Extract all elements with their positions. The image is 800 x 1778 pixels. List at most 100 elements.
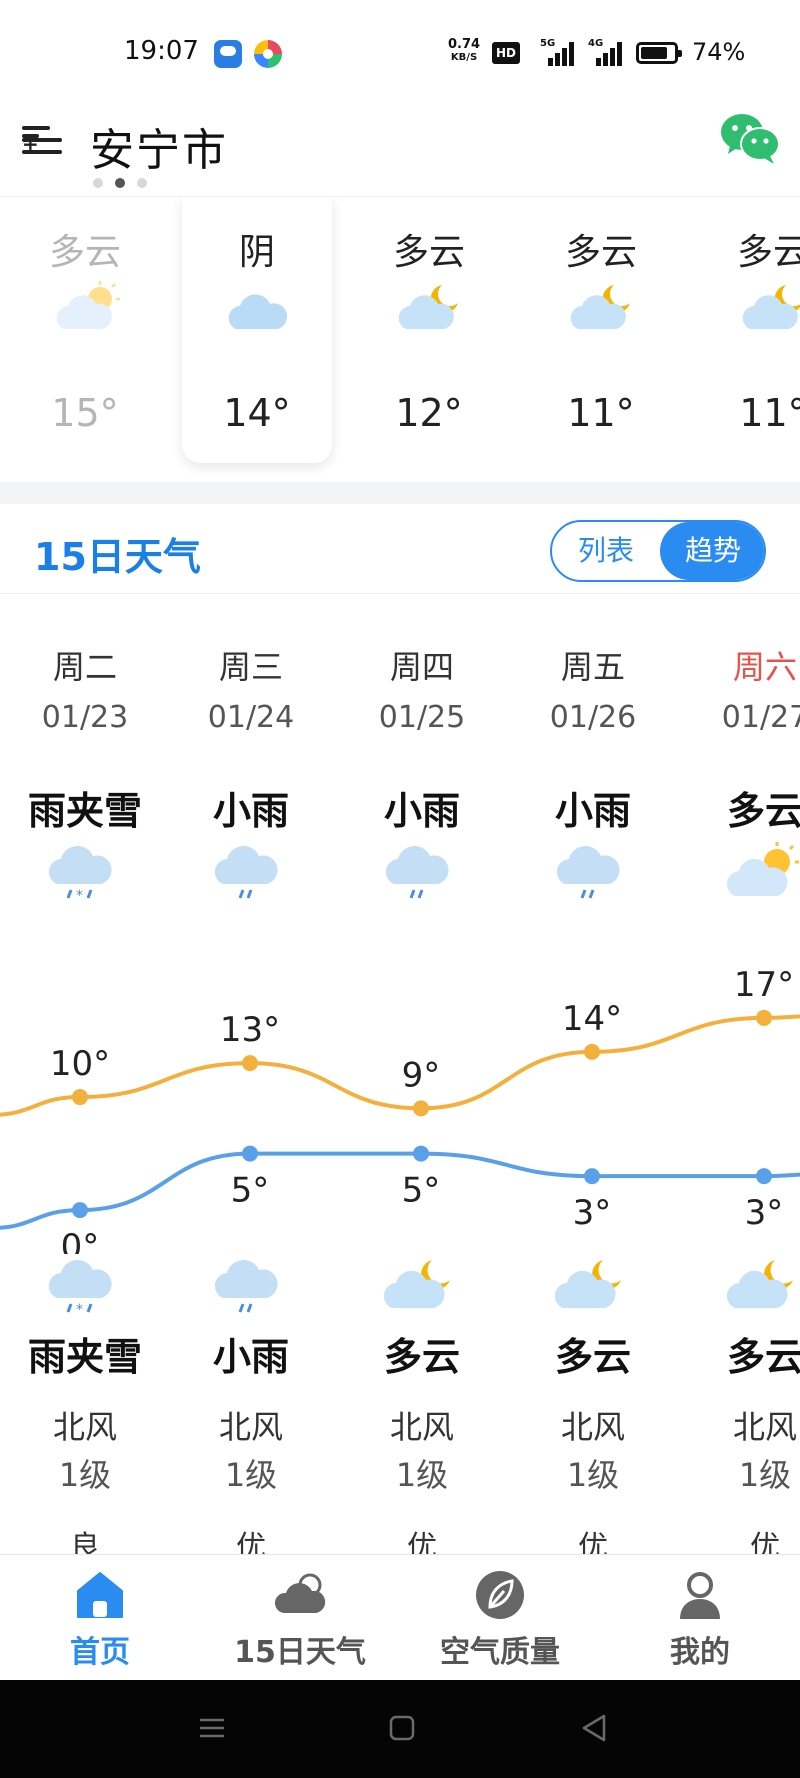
cloud-icon <box>274 1573 326 1613</box>
hourly-forecast[interactable]: 多云 15° 阴 14° 多云 12° 多云 11° 多云 <box>0 196 800 482</box>
network-speed-value: 0.74 <box>448 37 481 52</box>
high-temp-point <box>413 1100 429 1117</box>
city-menu-icon[interactable]: + <box>22 120 66 160</box>
nav-home-label: 首页 <box>70 1635 130 1670</box>
page-dot <box>93 178 103 188</box>
light-rain-icon <box>556 846 620 899</box>
partly-cloudy-day-icon <box>726 842 799 896</box>
high-temp-line <box>0 1014 800 1117</box>
nav-air-quality-label: 空气质量 <box>440 1635 560 1670</box>
aqi-label: 优 <box>407 1530 437 1554</box>
night-condition: 小雨 <box>212 1335 289 1379</box>
wind-level: 1级 <box>395 1456 449 1494</box>
hour-temp: 11° <box>567 391 635 435</box>
high-temp-point <box>72 1089 88 1106</box>
profile-icon <box>680 1572 720 1619</box>
day-weekday: 周五 <box>560 648 625 686</box>
low-temp-point <box>242 1145 258 1162</box>
nav-profile[interactable]: 我的 <box>600 1555 800 1681</box>
day-weekday: 周三 <box>218 648 283 686</box>
day-condition: 小雨 <box>383 789 460 833</box>
battery-icon <box>636 42 682 64</box>
nav-air-quality[interactable]: 空气质量 <box>400 1555 600 1681</box>
city-name[interactable]: 安宁市 <box>90 114 228 178</box>
page-dot <box>137 178 147 188</box>
high-temp-point <box>584 1043 600 1060</box>
hour-temp: 11° <box>739 391 800 435</box>
recent-apps-icon[interactable] <box>194 1710 230 1746</box>
system-navigation-bar <box>0 1680 800 1778</box>
high-temp-point <box>242 1055 258 1072</box>
hour-card-current[interactable]: 阴 14° <box>182 197 332 463</box>
light-rain-icon <box>214 846 278 899</box>
hd-icon: HD <box>492 42 520 64</box>
low-temp-label: 5° <box>402 1171 441 1211</box>
hour-card[interactable]: 多云 11° <box>526 197 676 463</box>
page-dot-active <box>115 178 125 188</box>
add-city-plus-icon: + <box>22 132 39 156</box>
day-weekday: 周二 <box>52 648 117 686</box>
day-condition: 小雨 <box>212 789 289 833</box>
view-toggle[interactable]: 列表 趋势 <box>550 520 766 582</box>
svg-text:*: * <box>76 888 83 904</box>
high-temp-label: 14° <box>562 999 622 1039</box>
wind-direction: 北风 <box>52 1408 117 1446</box>
partly-cloudy-night-icon <box>554 1260 621 1308</box>
home-button-icon[interactable] <box>384 1710 420 1746</box>
back-icon[interactable] <box>576 1710 612 1746</box>
network-speed: 0.74 KB/S <box>448 38 480 64</box>
daily-forecast[interactable]: 周二 01/23 雨夹雪 * * 雨夹雪 北风 1级 良 周三 01/24 小雨… <box>0 594 800 1554</box>
low-temp-point <box>756 1168 772 1185</box>
partly-cloudy-night-icon <box>383 1260 450 1308</box>
nav-profile-label: 我的 <box>670 1635 730 1670</box>
low-temp-point <box>413 1145 429 1162</box>
day-date: 01/27 <box>721 700 800 735</box>
hour-card[interactable]: 多云 11° <box>698 197 800 463</box>
wind-direction: 北风 <box>732 1408 797 1446</box>
wind-level: 1级 <box>58 1456 112 1494</box>
list-view-button[interactable]: 列表 <box>552 522 660 580</box>
overcast-icon <box>228 294 288 329</box>
day-weekday: 周六 <box>732 648 797 686</box>
partly-cloudy-night-icon <box>570 285 630 329</box>
city-page-indicator <box>93 178 153 190</box>
network-speed-unit: KB/S <box>450 52 478 63</box>
hour-condition: 多云 <box>48 232 121 273</box>
day-date: 01/23 <box>41 700 129 735</box>
day-condition: 小雨 <box>554 789 631 833</box>
weather-app-notification-icon <box>214 40 242 68</box>
partly-cloudy-night-icon <box>398 285 458 329</box>
partly-cloudy-night-icon <box>726 1260 793 1308</box>
day-date: 01/26 <box>549 700 637 735</box>
wind-direction: 北风 <box>560 1408 625 1446</box>
high-temp-label: 13° <box>220 1010 280 1050</box>
battery-percent: 74% <box>692 38 746 66</box>
night-condition: 雨夹雪 <box>27 1335 142 1379</box>
high-temp-label: 10° <box>50 1044 110 1084</box>
night-condition: 多云 <box>383 1335 460 1379</box>
hour-condition: 阴 <box>238 232 275 273</box>
hour-card[interactable]: 多云 15° <box>10 197 160 463</box>
aqi-label: 优 <box>578 1530 608 1554</box>
aqi-label: 优 <box>236 1530 266 1554</box>
nav-15day[interactable]: 15日天气 <box>200 1555 400 1681</box>
header: + 安宁市 <box>0 100 800 196</box>
wechat-share-icon[interactable] <box>720 110 780 166</box>
wind-direction: 北风 <box>218 1408 283 1446</box>
day-weekday: 周四 <box>389 648 454 686</box>
aqi-label: 优 <box>750 1530 780 1554</box>
trend-view-button[interactable]: 趋势 <box>660 522 764 580</box>
hour-card[interactable]: 多云 12° <box>354 197 504 463</box>
temperature-trend-chart: 10° 13° 9° 14° 17° 0° 5° 5° 3° 3° <box>0 965 800 1254</box>
hour-condition: 多云 <box>392 232 465 273</box>
status-bar: 19:07 0.74 KB/S HD 5G 4G 74% <box>0 0 800 100</box>
night-condition: 多云 <box>726 1335 800 1379</box>
signal-4g-icon: 4G <box>588 38 624 66</box>
day-date: 01/24 <box>207 700 295 735</box>
wind-direction: 北风 <box>389 1408 454 1446</box>
high-temp-label: 9° <box>402 1055 441 1095</box>
wind-level: 1级 <box>224 1456 278 1494</box>
status-time: 19:07 <box>124 36 199 66</box>
nav-home[interactable]: 首页 <box>0 1555 200 1681</box>
partly-cloudy-day-icon <box>56 281 120 329</box>
